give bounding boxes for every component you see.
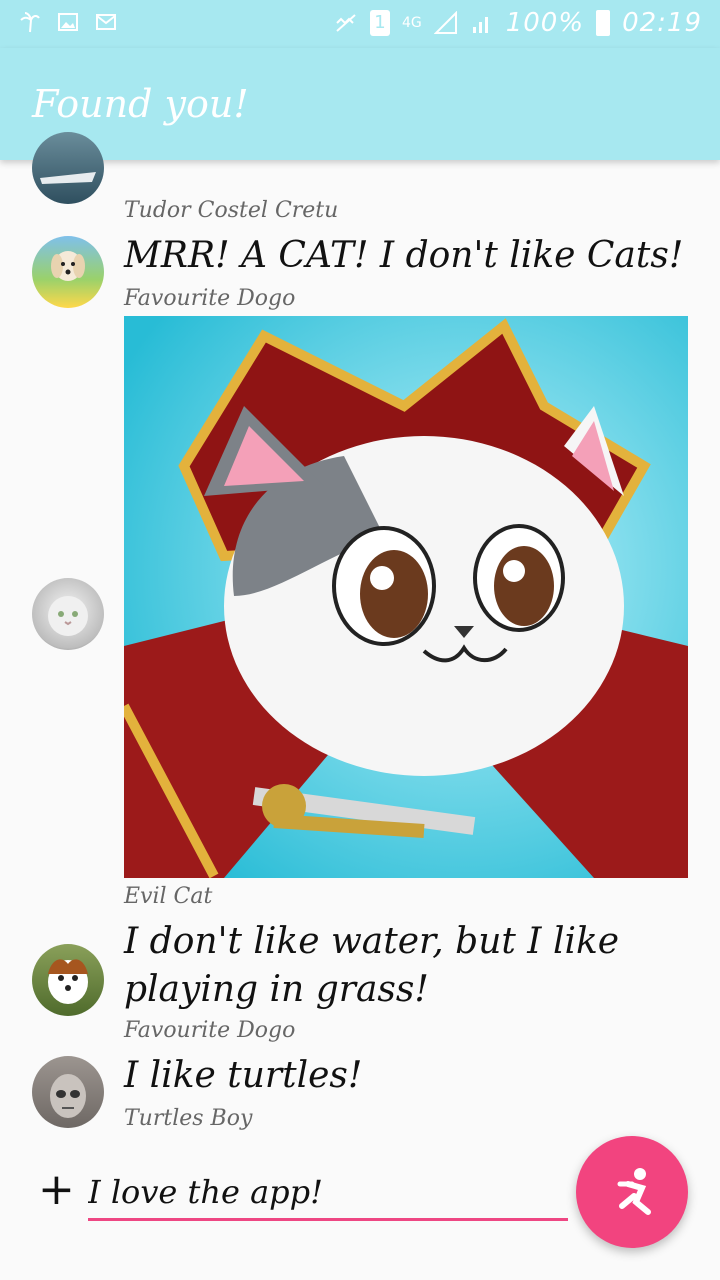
- message-text: I like turtles!: [124, 1055, 363, 1096]
- sender-name: Tudor Costel Cretu: [124, 198, 339, 223]
- shared-image[interactable]: [124, 316, 688, 878]
- message-text: I don't like water, but I like: [124, 921, 620, 962]
- battery-percent: 100%: [505, 8, 585, 38]
- chat-message: MRR! A CAT! I don't like Cats! Favourite…: [0, 230, 720, 311]
- avatar: [32, 132, 104, 204]
- runner-icon: [617, 1168, 651, 1215]
- composer-bar: +: [0, 1136, 720, 1250]
- avatar: [32, 1056, 104, 1128]
- mute-icon: [336, 14, 356, 32]
- avatar: [32, 236, 104, 308]
- mail-icon: [96, 14, 116, 30]
- chat-message: I like turtles! Turtles Boy: [0, 1050, 720, 1140]
- avatar: [32, 944, 104, 1016]
- app-bar: Found you!: [0, 48, 720, 160]
- signal-icon-2: [472, 17, 488, 33]
- message-text: playing in grass!: [124, 969, 429, 1010]
- status-bar: 1 4G 100% 02:19: [0, 0, 720, 48]
- battery-icon: [596, 10, 611, 36]
- sender-name: Favourite Dogo: [124, 286, 296, 311]
- page-title: Found you!: [32, 82, 249, 126]
- avatar: [32, 578, 104, 650]
- clock: 02:19: [622, 8, 702, 38]
- sender-name: Favourite Dogo: [124, 1018, 296, 1043]
- add-attachment-button[interactable]: +: [38, 1168, 75, 1212]
- image-icon: [58, 13, 78, 31]
- sender-name: Turtles Boy: [124, 1106, 253, 1131]
- message-input[interactable]: [88, 1166, 568, 1221]
- palm-tree-icon: [20, 12, 40, 33]
- sender-name: Evil Cat: [124, 884, 213, 909]
- network-type: 4G: [401, 15, 422, 31]
- signal-icon: [433, 11, 457, 34]
- chat-message: I don't like water, but I like playing i…: [0, 916, 720, 1046]
- send-button[interactable]: [576, 1136, 688, 1248]
- message-text: MRR! A CAT! I don't like Cats!: [124, 235, 684, 276]
- chat-message: Tudor Costel Cretu: [0, 132, 720, 230]
- sim-icon: 1: [369, 10, 390, 36]
